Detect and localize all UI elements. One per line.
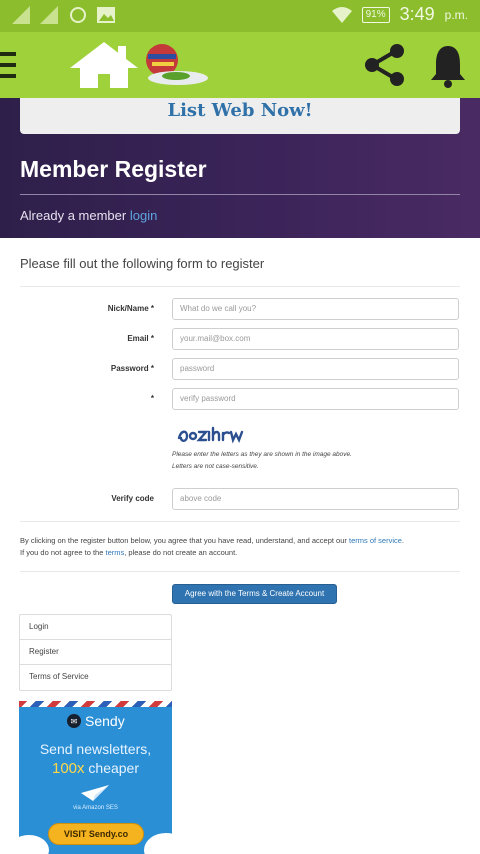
captcha-note-case: Letters are not case-sensitive.	[172, 463, 259, 470]
verify-code-input[interactable]: above code	[172, 488, 459, 510]
already-member-label: Already a member	[20, 208, 127, 223]
hero-section: List Web Now! Member Register Already a …	[0, 98, 480, 238]
nick-label: Nick/Name *	[107, 304, 154, 313]
list-web-now-button[interactable]: List Web Now!	[20, 98, 460, 134]
paper-plane-icon	[81, 785, 109, 801]
terms-of-service-link[interactable]: terms of service	[349, 536, 402, 545]
side-menu: Login Register Terms of Service	[19, 614, 172, 691]
ad-via: via Amazon SES	[73, 805, 118, 811]
captcha-note: Please enter the letters as they are sho…	[172, 451, 352, 458]
side-menu-item-register[interactable]: Register	[20, 640, 171, 665]
sendy-brand: Sendy	[85, 713, 125, 729]
nick-input[interactable]: What do we call you?	[172, 298, 459, 320]
cloud-decoration	[144, 833, 172, 854]
password-label: Password *	[110, 364, 154, 373]
divider	[20, 286, 460, 287]
already-member-text: Already a member login	[20, 208, 157, 223]
hero-divider	[20, 194, 460, 195]
status-left	[12, 6, 116, 24]
form-intro: Please fill out the following form to re…	[20, 256, 265, 271]
cloud-decoration	[19, 835, 49, 854]
battery-indicator: 91%	[361, 6, 390, 23]
terms-text-line1: By clicking on the register button below…	[20, 536, 347, 545]
verify-password-input[interactable]: verify password	[172, 388, 459, 410]
terms-text-line2-end: , please do not create an account.	[124, 548, 238, 557]
signal-icon	[40, 6, 58, 24]
share-icon[interactable]	[360, 42, 408, 88]
sendy-ad[interactable]: ✉ Sendy Send newsletters, 100x cheaper v…	[19, 701, 172, 854]
clock-time: 3:49	[399, 4, 435, 24]
sendy-logo: ✉ Sendy	[67, 713, 125, 729]
envelope-icon: ✉	[67, 714, 81, 728]
clock-ampm: p.m.	[444, 7, 468, 22]
side-menu-item-terms[interactable]: Terms of Service	[20, 665, 171, 690]
password-input[interactable]: password	[172, 358, 459, 380]
terms-link[interactable]: terms	[106, 548, 125, 557]
airmail-stripe	[19, 701, 172, 707]
menu-icon[interactable]	[0, 52, 16, 78]
captcha-image	[177, 426, 244, 444]
status-right: 91% 3:49 p.m.	[331, 4, 468, 25]
side-menu-item-login[interactable]: Login	[20, 615, 171, 640]
verify-code-label: Verify code	[111, 494, 154, 503]
bell-icon[interactable]	[428, 42, 468, 88]
verify-password-label: *	[150, 394, 154, 403]
wifi-icon	[331, 6, 352, 23]
ad-highlight: 100x	[51, 760, 85, 777]
ad-headline: Send newsletters,	[39, 741, 152, 757]
create-account-button[interactable]: Agree with the Terms & Create Account	[172, 584, 337, 604]
terms-text-line2: If you do not agree to the	[20, 548, 104, 557]
page-title: Member Register	[20, 156, 207, 182]
divider	[20, 571, 460, 572]
status-bar: 91% 3:49 p.m.	[0, 0, 480, 32]
terms-period: .	[401, 536, 405, 545]
divider	[20, 521, 460, 522]
visit-sendy-button[interactable]: VISIT Sendy.co	[48, 823, 144, 845]
login-link[interactable]: login	[130, 208, 157, 223]
terms-text: By clicking on the register button below…	[20, 535, 460, 559]
email-input[interactable]: your.mail@box.com	[172, 328, 459, 350]
app-bar	[0, 32, 480, 98]
signal-icon	[12, 6, 30, 24]
ad-subheadline-rest: cheaper	[88, 760, 139, 776]
globe-logo-icon[interactable]	[142, 40, 212, 90]
email-label: Email *	[127, 334, 154, 343]
notification-icon	[70, 7, 86, 23]
ad-subheadline: 100x cheaper	[19, 760, 172, 777]
home-icon[interactable]	[68, 40, 140, 90]
image-icon	[97, 7, 115, 23]
